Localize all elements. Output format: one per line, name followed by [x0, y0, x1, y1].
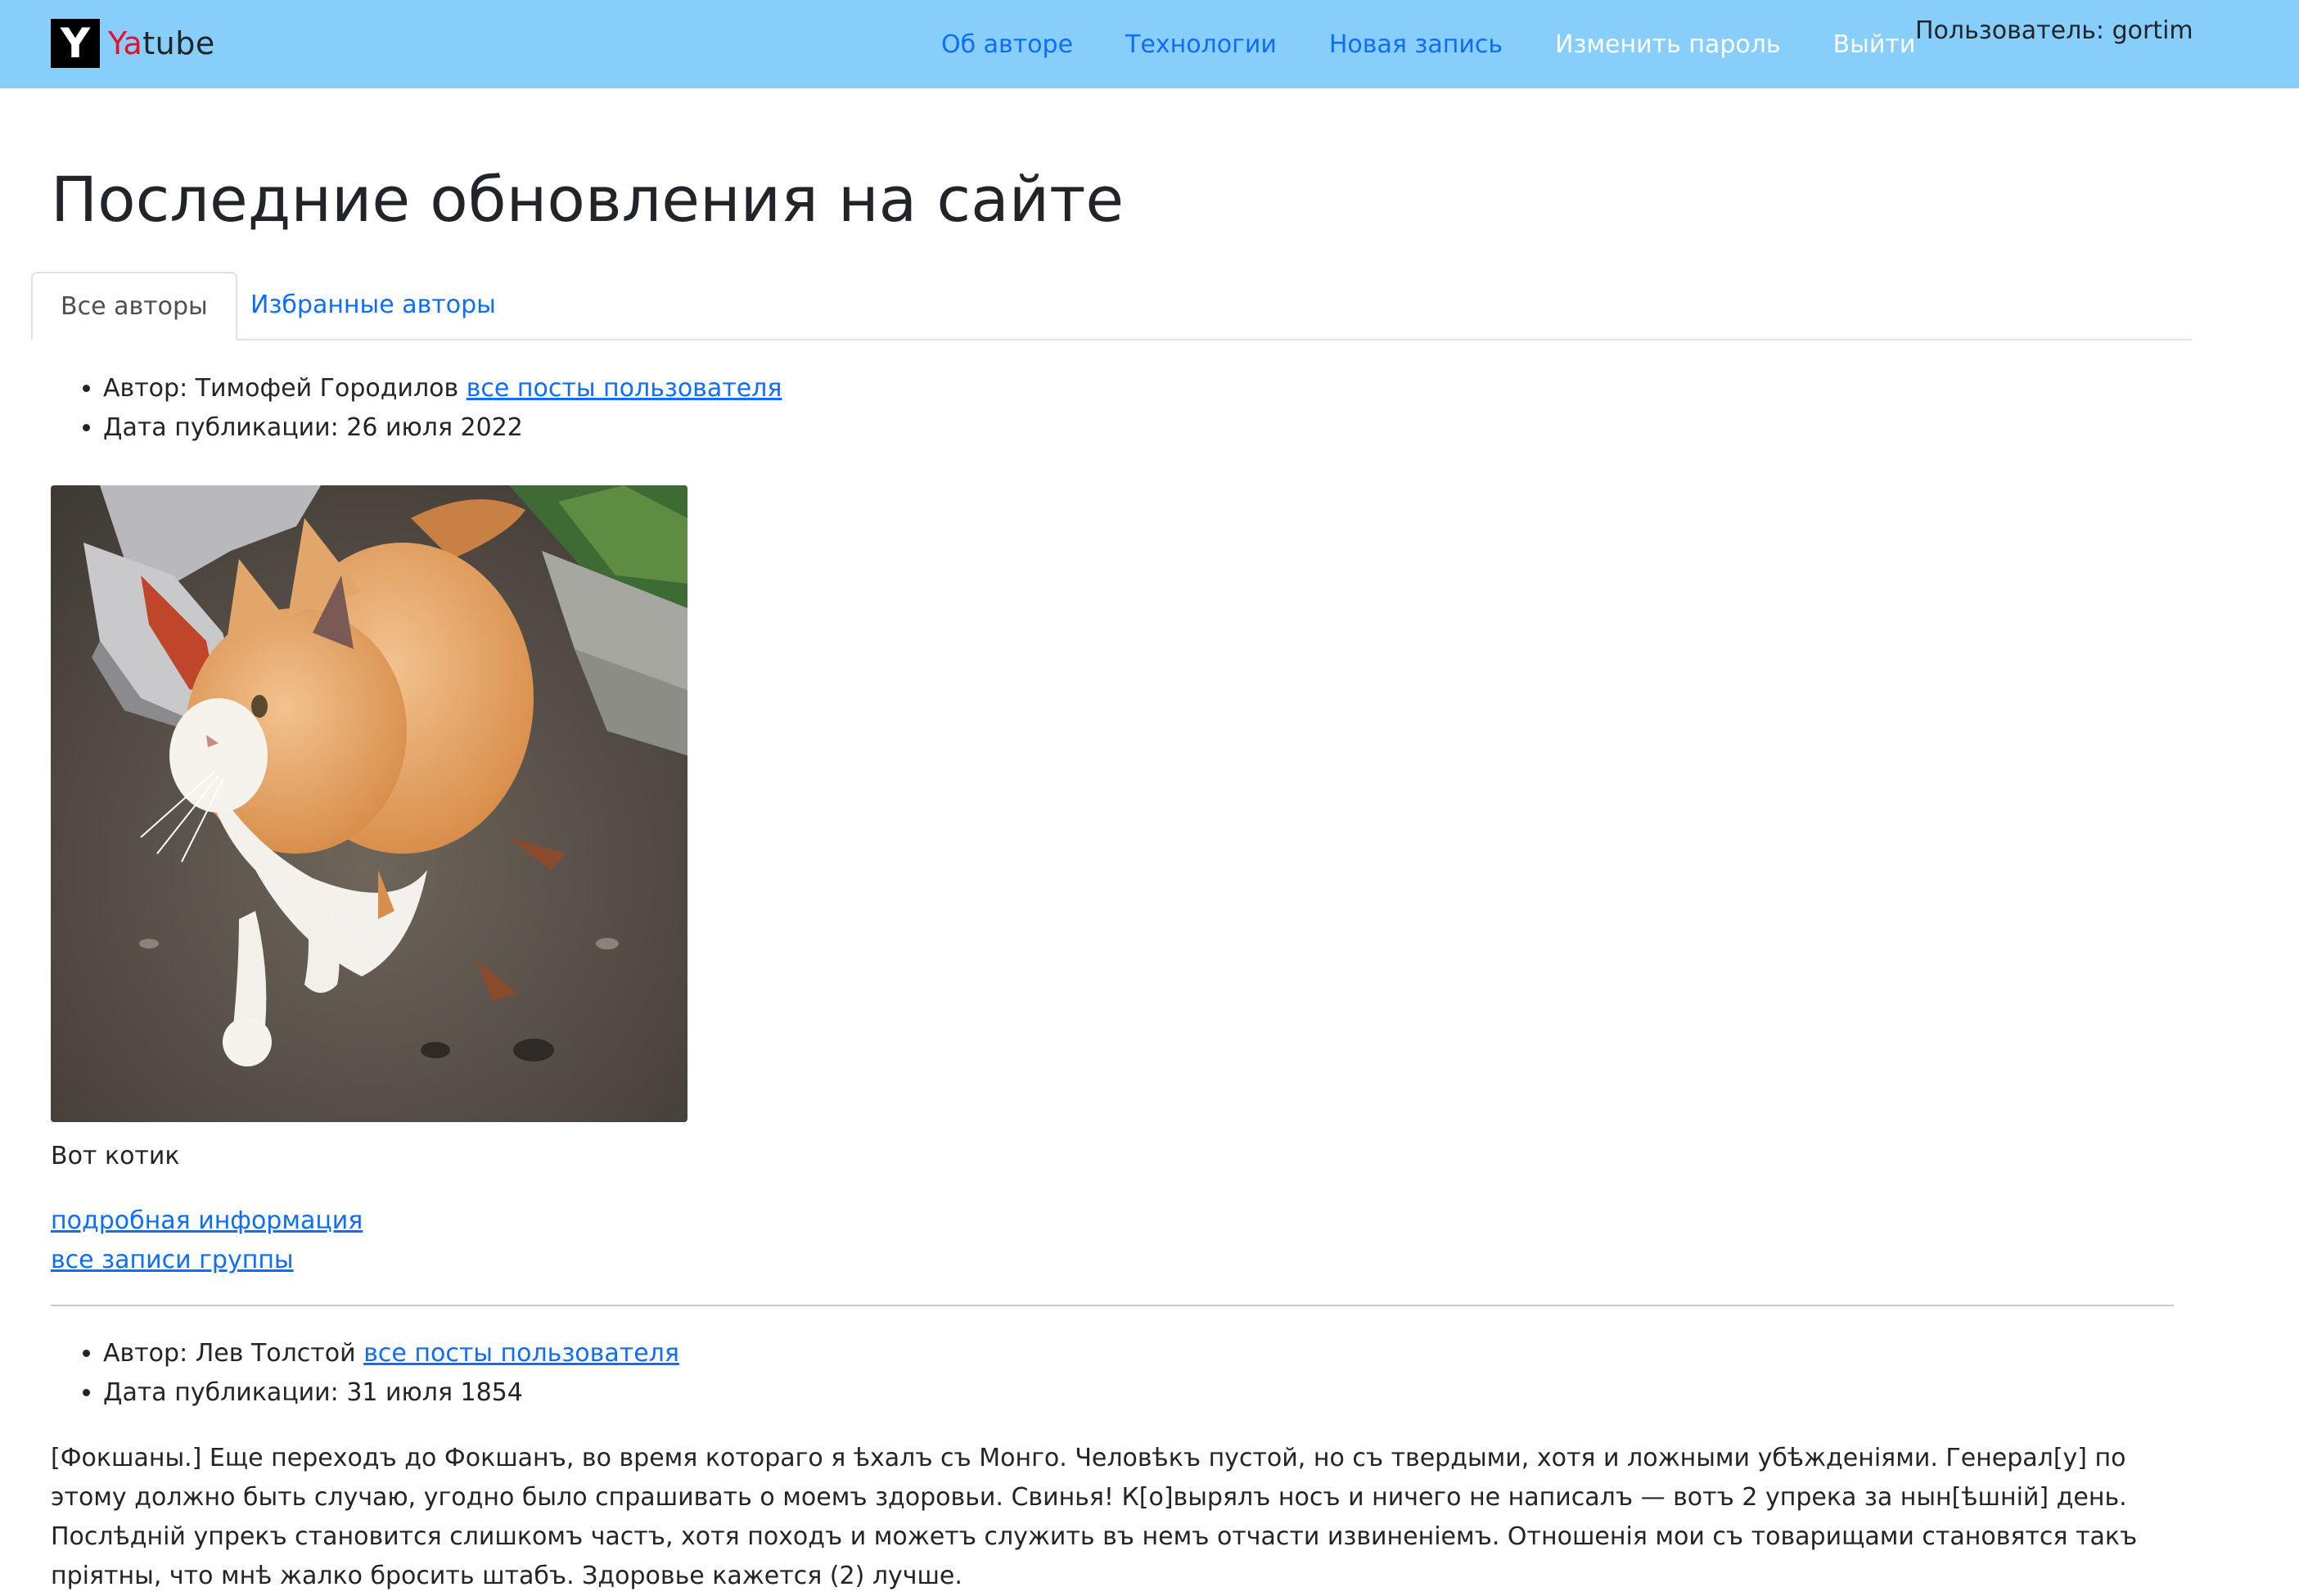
current-user-label: Пользователь: gortim — [1915, 16, 2193, 45]
post-date: Дата публикации: 26 июля 2022 — [103, 408, 782, 448]
post-text: Вот котик — [51, 1142, 180, 1170]
brand-name-suffix: tube — [142, 25, 215, 61]
author-posts-link[interactable]: все посты пользователя — [363, 1339, 679, 1368]
nav-change-password[interactable]: Изменить пароль — [1555, 30, 1781, 59]
group-posts-link[interactable]: все записи группы — [51, 1241, 363, 1280]
nav-technologies[interactable]: Технологии — [1125, 30, 1277, 59]
nav-new-post[interactable]: Новая запись — [1329, 30, 1503, 59]
brand-home-link[interactable]: Y Yatube — [51, 19, 215, 68]
kitten-photo — [51, 485, 687, 1122]
post-meta: Автор: Тимофей Городилов все посты польз… — [51, 369, 782, 448]
brand-name: Yatube — [108, 25, 215, 61]
post-details-link[interactable]: подробная информация — [51, 1202, 363, 1241]
nav-about-author[interactable]: Об авторе — [941, 30, 1073, 59]
main-nav: Об авторе Технологии Новая запись Измени… — [941, 0, 1968, 88]
post-author-name: Автор: Тимофей Городилов — [103, 374, 459, 403]
post-links: подробная информация все записи группы — [51, 1202, 363, 1280]
post-divider — [51, 1305, 2174, 1306]
tab-all-authors[interactable]: Все авторы — [31, 272, 237, 340]
post-date: Дата публикации: 31 июля 1854 — [103, 1373, 679, 1413]
tab-favorite-authors[interactable]: Избранные авторы — [223, 272, 524, 340]
author-filter-tabs: Все авторы Избранные авторы — [31, 272, 2192, 340]
nav-logout[interactable]: Выйти — [1833, 30, 1916, 59]
brand-name-prefix: Ya — [108, 25, 143, 61]
author-posts-link[interactable]: все посты пользователя — [467, 374, 782, 403]
post-author-name: Автор: Лев Толстой — [103, 1339, 356, 1368]
post-author: Автор: Тимофей Городилов все посты польз… — [103, 369, 782, 408]
page-title: Последние обновления на сайте — [51, 163, 1125, 236]
top-navbar: Y Yatube Об авторе Технологии Новая запи… — [0, 0, 2299, 88]
yatube-logo-icon: Y — [51, 19, 100, 68]
post-image — [51, 485, 687, 1122]
post-meta: Автор: Лев Толстой все посты пользовател… — [51, 1334, 679, 1413]
post-author: Автор: Лев Толстой все посты пользовател… — [103, 1334, 679, 1373]
post-text: [Фокшаны.] Еще переходъ до Фокшанъ, во в… — [51, 1444, 2138, 1590]
